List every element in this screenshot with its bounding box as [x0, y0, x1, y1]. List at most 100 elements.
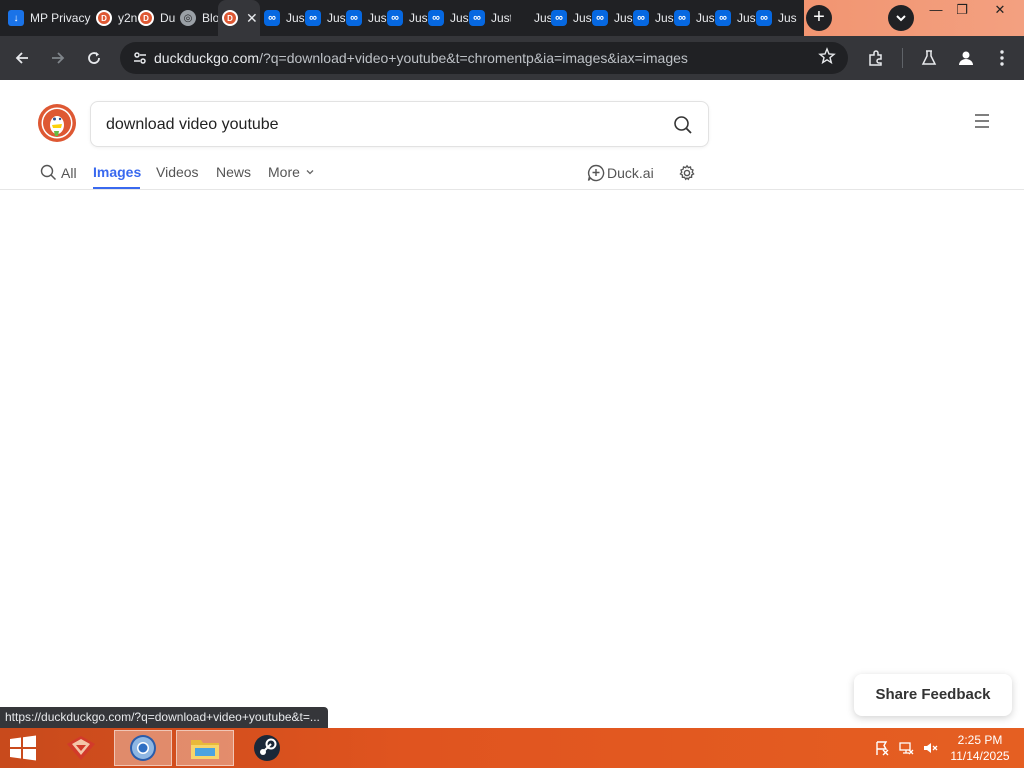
site-info-icon[interactable] — [128, 46, 152, 70]
taskbar-steam[interactable] — [238, 730, 296, 766]
tab-label: Jus — [534, 11, 552, 25]
nav-images-label: Images — [93, 164, 142, 180]
tab-just[interactable]: ∞ Jus — [305, 0, 347, 36]
nav-more[interactable]: More — [268, 164, 316, 180]
labs-button[interactable] — [915, 44, 943, 72]
close-icon: ✕ — [994, 2, 1006, 17]
nav-all-label: All — [61, 164, 77, 181]
system-clock[interactable]: 2:25 PM 11/14/2025 — [944, 732, 1016, 764]
nav-all[interactable]: All — [40, 164, 77, 181]
search-icon — [40, 164, 57, 181]
taskbar-file-explorer[interactable] — [176, 730, 234, 766]
infinity-icon: ∞ — [592, 10, 608, 26]
tab-just[interactable]: ∞ Jus — [346, 0, 388, 36]
gear-icon — [679, 164, 695, 181]
search-box — [90, 101, 709, 147]
tab-just[interactable]: Jus — [510, 0, 552, 36]
nav-news[interactable]: News — [216, 164, 251, 180]
address-bar[interactable]: duckduckgo.com/?q=download+video+youtube… — [120, 42, 848, 74]
flask-icon — [921, 50, 937, 65]
close-window-button[interactable]: ✕ — [984, 0, 1016, 22]
bookmark-star-icon[interactable] — [818, 47, 836, 70]
tab-just[interactable]: ∞ Jus — [756, 0, 802, 36]
chevron-down-icon — [896, 15, 906, 22]
tab-blog[interactable]: ◎ Blo — [180, 0, 222, 36]
windows-start-icon[interactable] — [8, 735, 38, 761]
search-type-nav: All Images Videos News More Duck.ai — [0, 160, 1024, 190]
tab-just[interactable]: ∞ Jus — [551, 0, 593, 36]
taskbar-chrome[interactable] — [114, 730, 172, 766]
tab-label: Du — [160, 11, 176, 25]
restore-button[interactable]: ❐ — [946, 0, 978, 22]
infinity-icon: ∞ — [756, 10, 772, 26]
tab-just[interactable]: ∞ Jus — [674, 0, 716, 36]
browser-menu-button[interactable] — [988, 44, 1016, 72]
tab-just[interactable]: ∞ Jus — [592, 0, 634, 36]
settings-button[interactable] — [678, 164, 696, 182]
tab-just[interactable]: ∞ Just — [469, 0, 511, 36]
infinity-icon: ∞ — [715, 10, 731, 26]
duck-ai-link[interactable]: Duck.ai — [587, 164, 654, 182]
tab-just[interactable]: ∞ Jus — [428, 0, 470, 36]
kebab-menu-icon — [1000, 50, 1004, 66]
tab-label: Blo — [202, 11, 220, 25]
back-button[interactable] — [8, 44, 36, 72]
close-tab-icon[interactable]: ✕ — [246, 10, 258, 27]
status-url-text: https://duckduckgo.com/?q=download+video… — [5, 710, 320, 724]
download-icon: ↓ — [8, 10, 24, 26]
new-tab-button[interactable]: + — [806, 5, 832, 31]
tab-label: y2n — [118, 11, 138, 25]
tab-label: Jus — [696, 11, 715, 25]
tab-label: Just — [491, 11, 511, 25]
nav-images[interactable]: Images — [93, 164, 141, 180]
tab-label: Jus — [614, 11, 633, 25]
link-status-bubble: https://duckduckgo.com/?q=download+video… — [0, 707, 328, 728]
url-host: duckduckgo.com — [154, 50, 260, 66]
pdf-app-icon — [67, 736, 95, 760]
nav-news-label: News — [216, 164, 252, 180]
search-input[interactable] — [106, 114, 646, 136]
tab-just[interactable]: ∞ Jus — [387, 0, 429, 36]
extensions-button[interactable] — [862, 44, 890, 72]
tab-label: Jus — [573, 11, 592, 25]
volume-muted-icon[interactable] — [922, 740, 938, 756]
windows-taskbar: 2:25 PM 11/14/2025 — [0, 728, 1024, 768]
forward-button[interactable] — [44, 44, 72, 72]
nav-videos-label: Videos — [156, 164, 199, 180]
nav-videos[interactable]: Videos — [156, 164, 199, 180]
tab-just[interactable]: ∞ Jus — [715, 0, 757, 36]
duck-ai-label: Duck.ai — [607, 165, 654, 181]
tab-active-duckduckgo[interactable]: D ✕ — [218, 0, 260, 36]
duckduckgo-icon: D — [96, 10, 112, 26]
tab-label: Jus — [450, 11, 469, 25]
infinity-icon: ∞ — [346, 10, 362, 26]
url-text: duckduckgo.com/?q=download+video+youtube… — [154, 50, 688, 66]
action-center-flag-icon[interactable] — [874, 740, 890, 756]
share-feedback-label: Share Feedback — [875, 686, 991, 703]
tab-label: Jus — [737, 11, 756, 25]
tab-mp-privacy[interactable]: ↓ MP Privacy — [8, 0, 96, 36]
reload-icon — [88, 52, 100, 64]
share-feedback-button[interactable]: Share Feedback — [854, 674, 1012, 716]
tab-search-button[interactable] — [888, 5, 914, 31]
tab-just[interactable]: ∞ Jus — [633, 0, 675, 36]
infinity-icon: ∞ — [633, 10, 649, 26]
duck-ai-icon — [587, 164, 605, 182]
network-icon[interactable] — [898, 740, 914, 756]
duckduckgo-logo[interactable] — [37, 103, 77, 143]
minimize-icon: — — [929, 2, 943, 17]
reload-button[interactable] — [80, 44, 108, 72]
taskbar-pdf-app[interactable] — [52, 730, 110, 766]
search-icon[interactable] — [672, 114, 694, 136]
tab-label: Jus — [368, 11, 387, 25]
tab-y2n[interactable]: D y2n — [96, 0, 138, 36]
tab-duckduckgo[interactable]: D Du — [138, 0, 180, 36]
tab-just[interactable]: ∞ Jus — [264, 0, 306, 36]
profile-button[interactable] — [952, 44, 980, 72]
duckduckgo-icon: D — [138, 10, 154, 26]
tab-label: Jus — [655, 11, 674, 25]
tab-label: Jus — [327, 11, 346, 25]
plus-icon: + — [813, 6, 825, 28]
hamburger-menu-icon[interactable] — [972, 112, 992, 130]
profile-icon — [959, 51, 973, 65]
